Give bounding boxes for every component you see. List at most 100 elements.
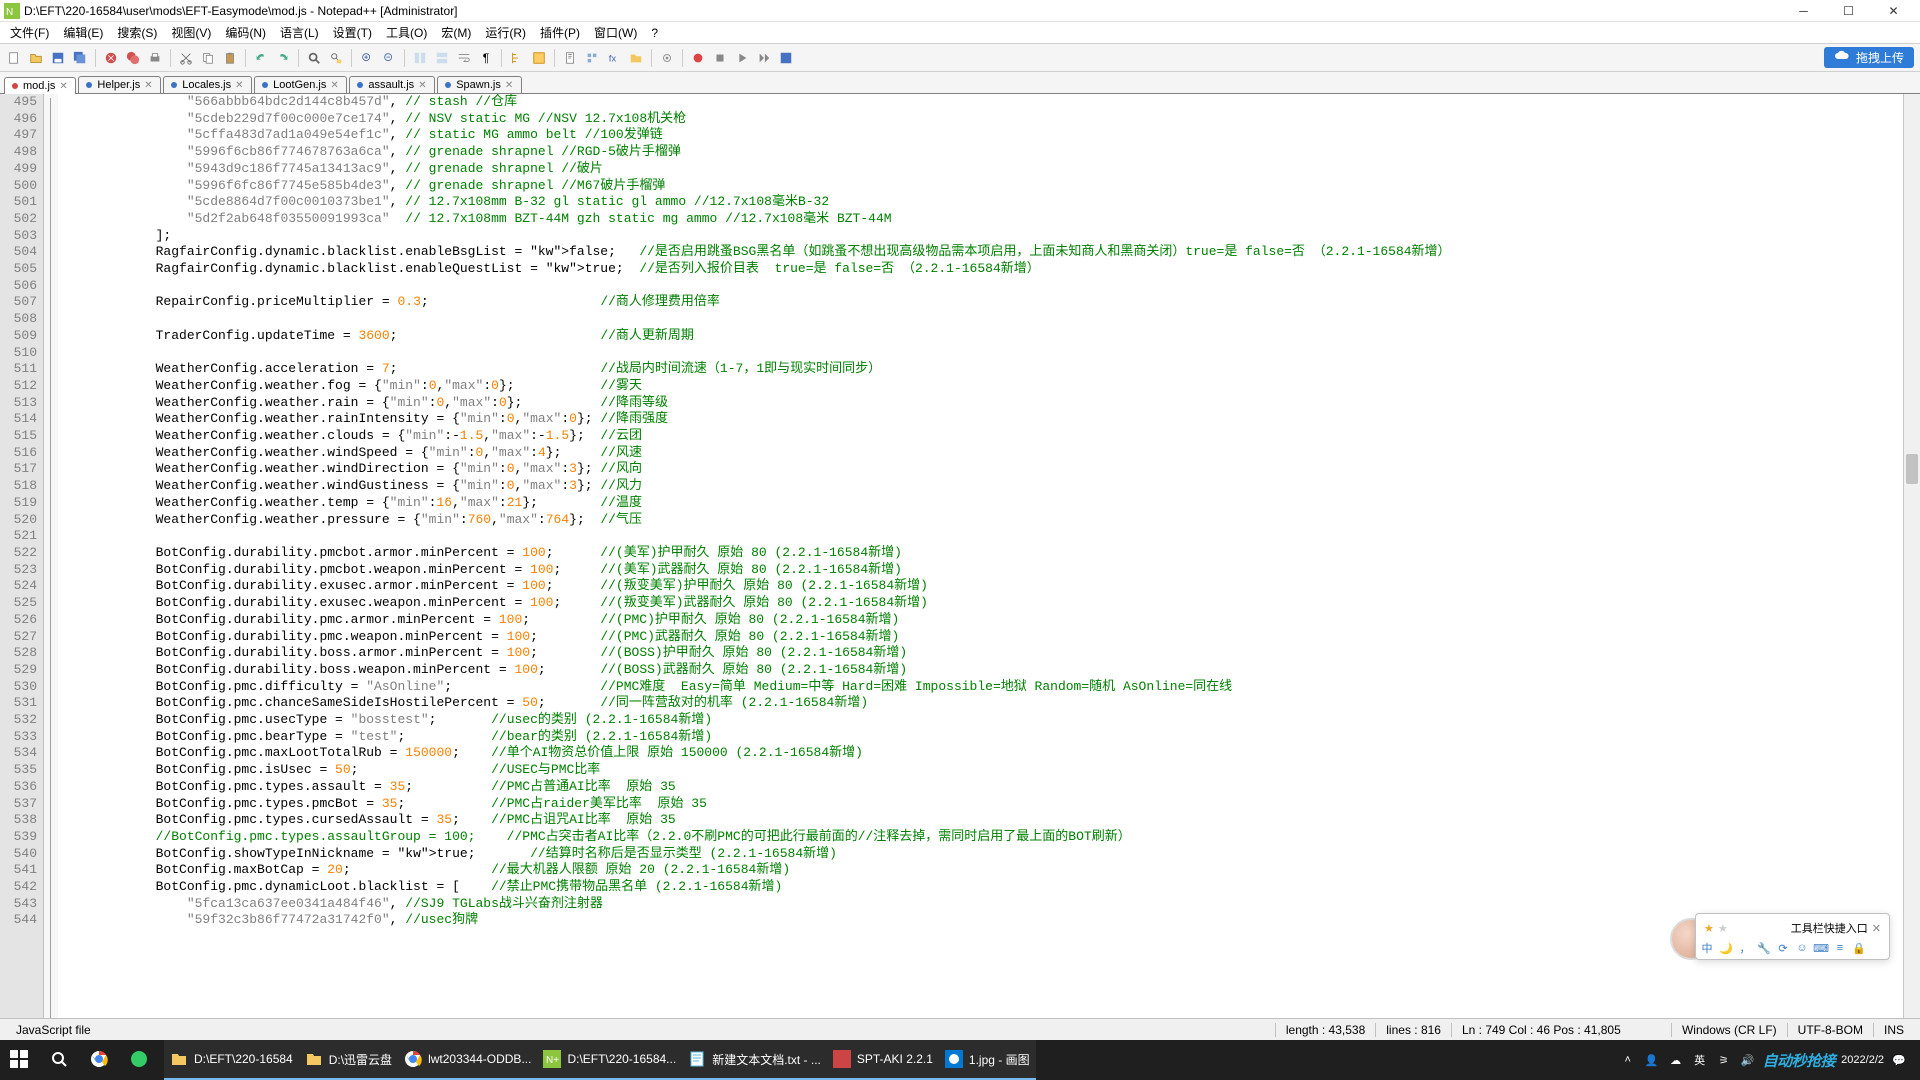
tab-close-icon[interactable]: ✕	[235, 80, 245, 90]
equals-icon[interactable]: ≡	[1833, 941, 1847, 955]
folder-tree-icon[interactable]	[626, 48, 646, 68]
show-all-chars-icon[interactable]: ¶	[476, 48, 496, 68]
code-content[interactable]: "566abbb64bdc2d144c8b457d", // stash //仓…	[58, 94, 1920, 1018]
file-tab[interactable]: mod.js✕	[4, 77, 76, 94]
taskbar-item[interactable]: D:\EFT\220-16584	[164, 1040, 299, 1080]
record-icon[interactable]	[688, 48, 708, 68]
paste-icon[interactable]	[220, 48, 240, 68]
taskbar-item[interactable]	[44, 1040, 84, 1080]
status-encoding[interactable]: UTF-8-BOM	[1787, 1023, 1873, 1037]
play-multi-icon[interactable]	[754, 48, 774, 68]
vertical-scrollbar[interactable]	[1903, 94, 1920, 1018]
menu-item[interactable]: 插件(P)	[534, 22, 586, 43]
wrap-icon[interactable]	[454, 48, 474, 68]
tray-cloud-icon[interactable]: ☁	[1667, 1054, 1685, 1067]
wrench-icon[interactable]: 🔧	[1757, 941, 1771, 955]
func-list-icon[interactable]: fx	[604, 48, 624, 68]
panel-close-icon[interactable]: ✕	[1872, 922, 1881, 935]
undo-icon[interactable]	[251, 48, 271, 68]
play-icon[interactable]	[732, 48, 752, 68]
taskbar-item[interactable]	[84, 1040, 124, 1080]
open-file-icon[interactable]	[26, 48, 46, 68]
indent-guide-icon[interactable]	[507, 48, 527, 68]
zoom-out-icon[interactable]	[379, 48, 399, 68]
cut-icon[interactable]	[176, 48, 196, 68]
taskbar-item[interactable]: D:\迅雷云盘	[299, 1040, 398, 1080]
taskbar-item[interactable]: SPT-AKI 2.2.1	[827, 1040, 939, 1080]
moon-icon[interactable]: 🌙	[1719, 941, 1733, 955]
tab-close-icon[interactable]: ✕	[505, 80, 515, 90]
sync-v-icon[interactable]	[410, 48, 430, 68]
menu-item[interactable]: 编码(N)	[219, 22, 272, 43]
maximize-button[interactable]: ☐	[1826, 0, 1871, 22]
menu-item[interactable]: 工具(O)	[380, 22, 433, 43]
sync-h-icon[interactable]	[432, 48, 452, 68]
monitor-icon[interactable]	[657, 48, 677, 68]
menu-item[interactable]: 窗口(W)	[588, 22, 643, 43]
tab-close-icon[interactable]: ✕	[144, 80, 154, 90]
taskbar-item[interactable]: lwt203344-ODDB...	[398, 1040, 537, 1080]
tab-close-icon[interactable]: ✕	[418, 80, 428, 90]
tray-notification-icon[interactable]: 💬	[1890, 1054, 1908, 1067]
file-tab[interactable]: Spawn.js✕	[437, 76, 522, 93]
menu-item[interactable]: 文件(F)	[4, 22, 55, 43]
taskbar-label: lwt203344-ODDB...	[428, 1052, 531, 1066]
assistant-panel[interactable]: ★★ 工具栏快捷入口 ✕ 中 🌙 ， 🔧 ⟳ ☺ ⌨ ≡ 🔒	[1695, 913, 1890, 960]
minimize-button[interactable]: ─	[1781, 0, 1826, 22]
menu-item[interactable]: 语言(L)	[274, 22, 325, 43]
save-icon[interactable]	[48, 48, 68, 68]
new-file-icon[interactable]	[4, 48, 24, 68]
menu-item[interactable]: 编辑(E)	[57, 22, 109, 43]
taskbar-item[interactable]: 新建文本文档.txt - ...	[682, 1040, 827, 1080]
doc-list-icon[interactable]	[582, 48, 602, 68]
file-tab[interactable]: Locales.js✕	[163, 76, 252, 93]
close-all-icon[interactable]	[123, 48, 143, 68]
tray-volume-icon[interactable]: 🔊	[1739, 1054, 1757, 1067]
taskbar-item[interactable]: 1.jpg - 画图	[939, 1040, 1036, 1080]
zoom-in-icon[interactable]	[357, 48, 377, 68]
print-icon[interactable]	[145, 48, 165, 68]
stop-record-icon[interactable]	[710, 48, 730, 68]
menu-item[interactable]: 搜索(S)	[111, 22, 163, 43]
tab-close-icon[interactable]: ✕	[330, 80, 340, 90]
tray-chevron-icon[interactable]: ˄	[1619, 1054, 1637, 1066]
file-tab[interactable]: Helper.js✕	[78, 76, 161, 93]
fold-column[interactable]	[44, 94, 58, 1018]
lock-icon[interactable]: 🔒	[1852, 941, 1866, 955]
refresh-icon[interactable]: ⟳	[1776, 941, 1790, 955]
smile-icon[interactable]: ☺	[1795, 941, 1809, 955]
menu-item[interactable]: 运行(R)	[479, 22, 532, 43]
doc-map-icon[interactable]	[560, 48, 580, 68]
taskbar-item[interactable]	[4, 1040, 44, 1080]
tray-clock[interactable]: 2022/2/2	[1841, 1054, 1884, 1066]
close-button[interactable]: ✕	[1871, 0, 1916, 22]
menu-item[interactable]: ?	[645, 24, 664, 42]
save-all-icon[interactable]	[70, 48, 90, 68]
tray-wifi-icon[interactable]: ⚞	[1715, 1054, 1733, 1067]
lang-user-icon[interactable]	[529, 48, 549, 68]
close-file-icon[interactable]	[101, 48, 121, 68]
menu-item[interactable]: 宏(M)	[435, 22, 477, 43]
tab-label: LootGen.js	[273, 79, 326, 91]
tray-ime-icon[interactable]: 英	[1691, 1052, 1709, 1068]
find-icon[interactable]	[304, 48, 324, 68]
taskbar-item[interactable]: N+D:\EFT\220-16584...	[537, 1040, 682, 1080]
menu-item[interactable]: 视图(V)	[165, 22, 217, 43]
status-mode[interactable]: INS	[1873, 1023, 1914, 1037]
taskbar-item[interactable]	[124, 1040, 164, 1080]
keyboard-icon[interactable]: ⌨	[1814, 941, 1828, 955]
file-tab[interactable]: assault.js✕	[349, 76, 435, 93]
copy-icon[interactable]	[198, 48, 218, 68]
status-eol[interactable]: Windows (CR LF)	[1671, 1023, 1787, 1037]
menu-item[interactable]: 设置(T)	[327, 22, 378, 43]
lang-icon[interactable]: 中	[1700, 941, 1714, 955]
replace-icon[interactable]	[326, 48, 346, 68]
tab-close-icon[interactable]: ✕	[59, 81, 69, 91]
upload-badge[interactable]: 拖拽上传	[1824, 47, 1914, 68]
comma-icon[interactable]: ，	[1738, 941, 1752, 955]
scrollbar-thumb[interactable]	[1906, 454, 1918, 484]
tray-people-icon[interactable]: 👤	[1643, 1054, 1661, 1067]
file-tab[interactable]: LootGen.js ✕	[254, 76, 347, 93]
redo-icon[interactable]	[273, 48, 293, 68]
save-macro-icon[interactable]	[776, 48, 796, 68]
